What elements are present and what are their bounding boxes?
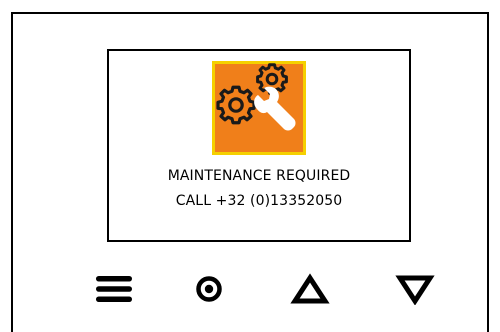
display-screen: MAINTENANCE REQUIRED CALL +32 (0)1335205… — [107, 49, 411, 242]
menu-icon — [96, 276, 132, 302]
up-button[interactable] — [285, 266, 335, 312]
maintenance-icon — [212, 61, 306, 155]
select-button[interactable] — [184, 266, 234, 312]
down-button[interactable] — [390, 266, 440, 312]
down-triangle-icon — [395, 275, 435, 305]
menu-button[interactable] — [89, 266, 139, 312]
select-icon — [196, 276, 222, 302]
maintenance-message: MAINTENANCE REQUIRED — [167, 168, 351, 184]
up-triangle-icon — [290, 273, 330, 304]
service-phone-number: CALL +32 (0)13352050 — [175, 193, 343, 209]
